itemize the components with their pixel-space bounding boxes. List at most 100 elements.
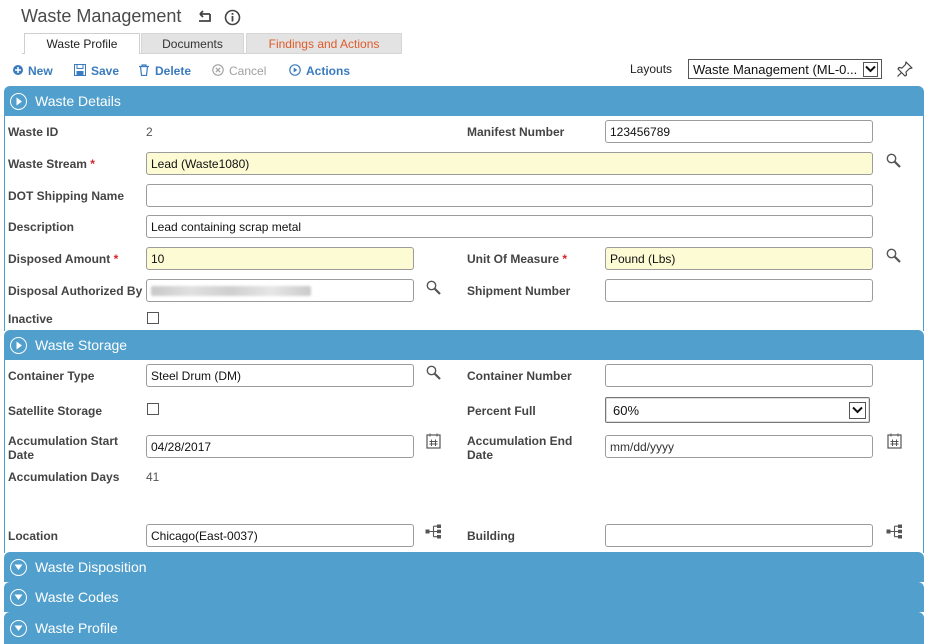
calendar-icon[interactable] bbox=[885, 432, 903, 450]
return-arrow-icon[interactable] bbox=[195, 8, 213, 26]
section-waste-disposition-header[interactable]: Waste Disposition bbox=[4, 552, 924, 582]
location-field[interactable]: Chicago(East-0037) bbox=[146, 524, 414, 547]
expand-right-icon bbox=[10, 92, 27, 110]
container-type-field[interactable]: Steel Drum (DM) bbox=[146, 364, 414, 387]
description-label: Description bbox=[8, 220, 75, 234]
pin-icon[interactable] bbox=[895, 60, 913, 78]
layouts-label: Layouts bbox=[630, 62, 673, 76]
accumulation-end-date-label: Accumulation End Date bbox=[467, 434, 572, 462]
cancel-icon bbox=[212, 63, 224, 79]
tab-label: Waste Profile bbox=[46, 37, 118, 51]
label-line: Date bbox=[8, 448, 35, 462]
disposed-amount-field[interactable]: 10 bbox=[146, 247, 414, 270]
search-icon[interactable] bbox=[884, 151, 902, 169]
percent-full-select[interactable]: 60% bbox=[605, 397, 870, 423]
chevron-down-icon bbox=[863, 61, 878, 77]
inactive-label: Inactive bbox=[8, 312, 53, 326]
info-icon[interactable] bbox=[223, 8, 241, 26]
expand-down-icon bbox=[10, 558, 27, 576]
accumulation-end-date-field[interactable]: mm/dd/yyyy bbox=[605, 435, 873, 458]
expand-down-icon bbox=[10, 619, 27, 637]
chevron-down-icon bbox=[849, 401, 866, 419]
hierarchy-tree-icon[interactable] bbox=[885, 522, 903, 540]
accumulation-days-value: 41 bbox=[146, 470, 160, 484]
redacted-name bbox=[151, 285, 311, 296]
waste-id-label: Waste ID bbox=[8, 125, 59, 139]
dot-shipping-name-field[interactable] bbox=[146, 184, 873, 207]
section-waste-codes-header[interactable]: Waste Codes bbox=[4, 582, 924, 612]
unit-of-measure-label-text: Unit Of Measure bbox=[467, 252, 560, 266]
section-title: Waste Details bbox=[35, 93, 121, 109]
new-label: New bbox=[28, 64, 53, 78]
play-circle-icon bbox=[289, 63, 301, 79]
disposal-authorized-by-field[interactable] bbox=[146, 279, 414, 302]
satellite-storage-label: Satellite Storage bbox=[8, 404, 103, 418]
required-mark: * bbox=[562, 252, 568, 266]
required-mark: * bbox=[90, 157, 95, 171]
shipment-number-field[interactable] bbox=[605, 279, 873, 302]
tab-label: Documents bbox=[162, 36, 223, 51]
section-title: Waste Profile bbox=[35, 620, 118, 636]
waste-id-value: 2 bbox=[146, 125, 153, 139]
manifest-number-label: Manifest Number bbox=[467, 125, 565, 139]
manifest-number-field[interactable]: 123456789 bbox=[605, 120, 873, 143]
percent-full-label: Percent Full bbox=[467, 404, 536, 418]
trash-icon bbox=[138, 63, 150, 79]
save-label: Save bbox=[91, 64, 120, 78]
actions-button[interactable]: Actions bbox=[289, 63, 350, 79]
required-mark: * bbox=[113, 252, 119, 266]
unit-of-measure-label: Unit Of Measure * bbox=[467, 252, 567, 266]
section-title: Waste Storage bbox=[35, 337, 128, 353]
description-field[interactable]: Lead containing scrap metal bbox=[146, 215, 873, 238]
unit-of-measure-field[interactable]: Pound (Lbs) bbox=[605, 247, 873, 270]
layouts-value: Waste Management (ML-0... bbox=[693, 61, 858, 77]
tab-documents[interactable]: Documents bbox=[141, 33, 244, 54]
page-title: Waste Management bbox=[21, 6, 182, 26]
satellite-storage-checkbox[interactable] bbox=[147, 403, 159, 415]
delete-label: Delete bbox=[155, 64, 192, 78]
section-title: Waste Disposition bbox=[35, 559, 147, 575]
container-number-label: Container Number bbox=[467, 369, 572, 383]
delete-button[interactable]: Delete bbox=[138, 63, 191, 79]
disposed-amount-label-text: Disposed Amount bbox=[8, 252, 111, 266]
cancel-button[interactable]: Cancel bbox=[212, 63, 266, 79]
actions-label: Actions bbox=[306, 64, 351, 78]
plus-icon bbox=[13, 64, 23, 78]
building-field[interactable] bbox=[605, 524, 873, 547]
tab-findings-and-actions[interactable]: Findings and Actions bbox=[246, 33, 402, 54]
layouts-select[interactable]: Waste Management (ML-0... bbox=[688, 59, 882, 79]
percent-full-value: 60% bbox=[613, 402, 640, 418]
search-icon[interactable] bbox=[424, 278, 442, 296]
inactive-checkbox[interactable] bbox=[147, 312, 159, 324]
waste-stream-label-text: Waste Stream bbox=[8, 157, 87, 171]
section-waste-storage-header[interactable]: Waste Storage bbox=[4, 330, 924, 360]
disposal-authorized-by-label: Disposal Authorized By bbox=[8, 284, 143, 298]
container-type-label: Container Type bbox=[8, 369, 95, 383]
search-icon[interactable] bbox=[424, 363, 442, 381]
label-line: Accumulation Start bbox=[8, 434, 119, 448]
section-waste-details-header[interactable]: Waste Details bbox=[4, 86, 924, 116]
search-icon[interactable] bbox=[884, 246, 902, 264]
accumulation-start-date-label: Accumulation Start Date bbox=[8, 434, 118, 462]
container-number-field[interactable] bbox=[605, 364, 873, 387]
new-button[interactable]: New bbox=[13, 63, 53, 79]
save-button[interactable]: Save bbox=[74, 63, 119, 79]
accumulation-start-date-field[interactable]: 04/28/2017 bbox=[146, 435, 414, 458]
disposed-amount-label: Disposed Amount * bbox=[8, 252, 118, 266]
hierarchy-tree-icon[interactable] bbox=[424, 522, 442, 540]
tab-waste-profile[interactable]: Waste Profile bbox=[24, 33, 140, 54]
waste-stream-field[interactable]: Lead (Waste1080) bbox=[146, 152, 873, 175]
building-label: Building bbox=[467, 529, 515, 543]
save-icon bbox=[74, 63, 86, 79]
accumulation-days-label: Accumulation Days bbox=[8, 470, 120, 484]
dot-shipping-name-label: DOT Shipping Name bbox=[8, 189, 125, 203]
label-line: Date bbox=[467, 448, 494, 462]
section-waste-profile-header[interactable]: Waste Profile bbox=[4, 612, 924, 644]
shipment-number-label: Shipment Number bbox=[467, 284, 571, 298]
calendar-icon[interactable] bbox=[424, 432, 442, 450]
tab-label: Findings and Actions bbox=[268, 36, 380, 51]
waste-stream-label: Waste Stream * bbox=[8, 157, 95, 171]
expand-right-icon bbox=[10, 336, 27, 354]
location-label: Location bbox=[8, 529, 58, 543]
label-line: Accumulation End bbox=[467, 434, 573, 448]
